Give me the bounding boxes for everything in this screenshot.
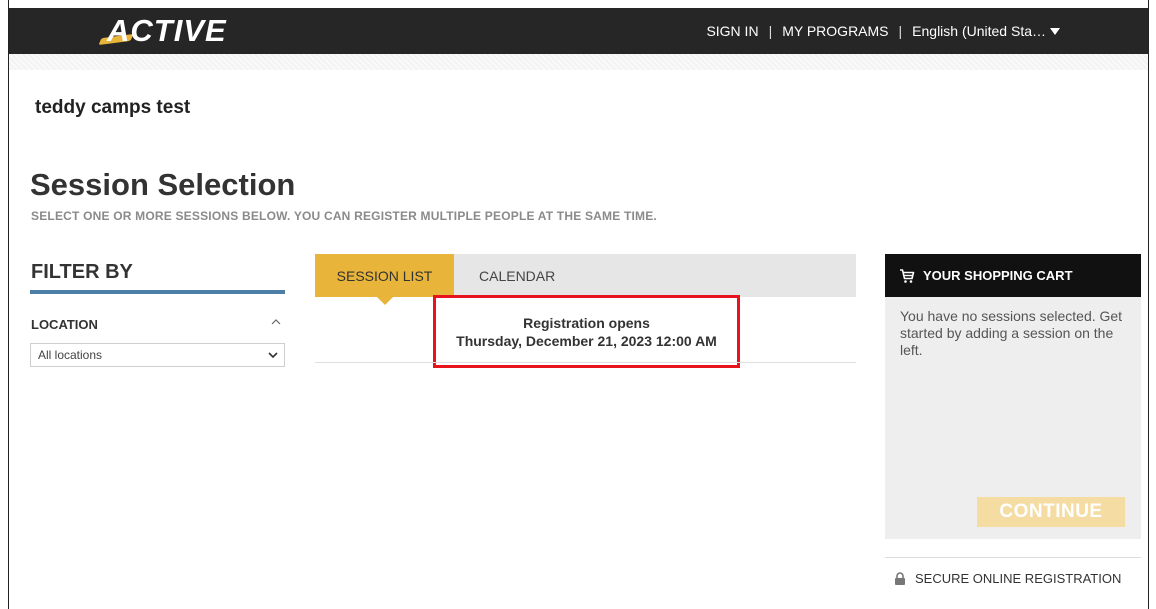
page-frame-left (8, 0, 9, 609)
cart-header: YOUR SHOPPING CART (885, 254, 1141, 297)
cart-title: YOUR SHOPPING CART (923, 268, 1073, 283)
nav-separator: | (768, 23, 773, 39)
continue-button[interactable]: CONTINUE (977, 497, 1125, 527)
chevron-down-icon (268, 352, 278, 359)
active-tab-pointer (377, 297, 393, 305)
location-filter-label: LOCATION (31, 317, 98, 332)
session-list-divider (315, 362, 856, 363)
cart-divider (885, 557, 1141, 558)
tab-label: CALENDAR (479, 267, 556, 284)
organization-name: teddy camps test (35, 97, 191, 118)
header-pattern-strip (9, 54, 1148, 70)
location-select-value: All locations (38, 348, 103, 362)
caret-down-icon (1050, 27, 1060, 35)
language-label: English (United Sta… (912, 23, 1046, 39)
language-selector[interactable]: English (United Sta… (912, 23, 1060, 39)
shopping-cart-icon (900, 268, 915, 283)
location-select[interactable]: All locations (30, 343, 285, 367)
lock-icon (895, 572, 905, 585)
logo-text: ACTIVE (107, 13, 227, 48)
tab-label: SESSION LIST (336, 267, 433, 284)
registration-opens-notice: Registration opens Thursday, December 21… (433, 295, 740, 368)
cart-empty-message: You have no sessions selected. Get start… (900, 308, 1123, 358)
secure-registration-badge: SECURE ONLINE REGISTRATION (894, 571, 1121, 586)
nav-separator: | (898, 23, 903, 39)
chevron-up-icon[interactable] (268, 314, 284, 330)
filter-divider (30, 290, 285, 294)
secure-registration-label: SECURE ONLINE REGISTRATION (915, 571, 1122, 586)
logo-mark: ACTIVE (98, 13, 227, 49)
tab-session-list[interactable]: SESSION LIST (315, 254, 454, 305)
shopping-cart-panel: YOUR SHOPPING CART You have no sessions … (885, 254, 1141, 539)
my-programs-link[interactable]: MY PROGRAMS (782, 23, 888, 39)
registration-opens-label: Registration opens (523, 314, 650, 331)
sign-in-link[interactable]: SIGN IN (706, 23, 758, 39)
filter-title: FILTER BY (31, 261, 133, 283)
registration-opens-date: Thursday, December 21, 2023 12:00 AM (456, 332, 717, 349)
session-view-tabs: SESSION LIST CALENDAR (315, 254, 856, 305)
page-title: Session Selection (30, 167, 296, 202)
page-subtitle: SELECT ONE OR MORE SESSIONS BELOW. YOU C… (31, 209, 657, 223)
top-navigation-bar: ACTIVE SIGN IN | MY PROGRAMS | English (… (9, 8, 1148, 54)
active-logo[interactable]: ACTIVE (98, 13, 227, 49)
tab-calendar[interactable]: CALENDAR (454, 254, 555, 297)
header-nav: SIGN IN | MY PROGRAMS | English (United … (706, 8, 1060, 54)
page-frame-right (1148, 0, 1149, 609)
